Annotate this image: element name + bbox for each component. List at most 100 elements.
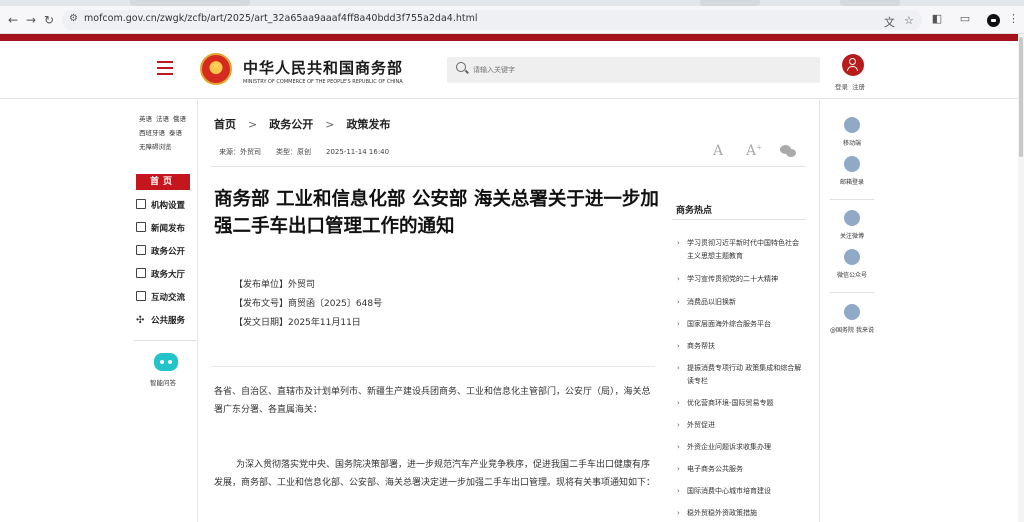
bookmark-star-icon[interactable]: ☆ (904, 14, 914, 27)
language-links: 西班牙语 泰语 (139, 127, 186, 137)
register-link[interactable]: 注册 (852, 83, 865, 91)
sidebar-item-service-hall[interactable]: 政务大厅 (136, 268, 206, 284)
scrollbar-thumb[interactable] (1019, 37, 1023, 157)
national-emblem-logo[interactable] (200, 53, 232, 85)
mail-login-link[interactable]: 邮箱登录 (825, 156, 879, 186)
article-info: 【发布单位】外贸司 【发布文号】商贸函〔2025〕648号 【发文日期】2025… (234, 276, 382, 333)
search-icon[interactable] (456, 62, 466, 72)
hot-topic-label[interactable]: 商务帮扶 (677, 340, 805, 353)
lang-french[interactable]: 法语 (156, 115, 169, 123)
service-icon: ✣ (136, 315, 145, 326)
mobile-label: 移动端 (842, 140, 861, 147)
hot-topic-label[interactable]: 国际消费中心城市培育建设 (677, 485, 805, 498)
hot-topic-label[interactable]: 学习贯彻习近平新时代中国特色社会主义思想主题教育 (677, 237, 805, 263)
breadcrumb-policy-release[interactable]: 政策发布 (346, 118, 390, 131)
doc-number: 【发布文号】商贸函〔2025〕648号 (234, 299, 383, 309)
translate-icon[interactable]: 文 (884, 14, 895, 30)
assistant-label[interactable]: 智能问答 (150, 377, 176, 387)
address-bar[interactable]: ⚙ mofcom.gov.cn/zwgk/zcfb/art/2025/art_3… (62, 10, 922, 30)
font-increase-icon[interactable]: A+ (746, 143, 762, 159)
meta-divider (211, 166, 806, 167)
sidebar-item-interaction[interactable]: 互动交流 (136, 291, 206, 307)
wechat-official-link[interactable]: 微信公众号 (825, 249, 879, 279)
hot-topic-label[interactable]: 优化营商环境-国际贸易专题 (677, 397, 805, 410)
language-links: 英语 法语 俄语 (139, 113, 190, 123)
info-divider (211, 366, 655, 367)
user-icon[interactable] (842, 54, 864, 76)
hot-topic-label[interactable]: 学习宣传贯彻党的二十大精神 (677, 273, 805, 286)
breadcrumb: 首页 > 政务公开 > 政策发布 (214, 116, 390, 132)
login-links: 登录 注册 (835, 81, 869, 91)
hot-topic-link[interactable]: 消费品以旧换新 (677, 296, 805, 309)
hot-topic-link[interactable]: 商务帮扶 (677, 340, 805, 353)
hot-topic-label[interactable]: 外贸促进 (677, 419, 805, 432)
breadcrumb-home[interactable]: 首页 (214, 118, 236, 131)
mobile-link[interactable]: 移动端 (825, 117, 879, 147)
site-info-icon[interactable]: ⚙ (69, 13, 78, 24)
site-name-english: MINISTRY OF COMMERCE OF THE PEOPLE'S REP… (243, 79, 403, 85)
brand-bar (0, 34, 1018, 41)
weibo-label: 关注微博 (839, 233, 864, 240)
hot-topic-label[interactable]: 外资企业问题诉求收集办理 (677, 441, 805, 454)
article-title: 商务部 工业和信息化部 公安部 海关总署关于进一步加强二手车出口管理工作的通知 (214, 189, 659, 237)
reload-icon[interactable]: ↻ (40, 11, 58, 29)
lang-spanish[interactable]: 西班牙语 (139, 129, 165, 137)
profile-avatar[interactable] (987, 14, 1000, 27)
hot-topic-link[interactable]: 国家层面海外综合服务平台 (677, 318, 805, 331)
lang-english[interactable]: 英语 (139, 115, 152, 123)
hot-topics-divider (672, 219, 806, 220)
extensions-icon[interactable]: ◧ (930, 12, 944, 25)
hot-topic-link[interactable]: 国际消费中心城市培育建设 (677, 485, 805, 498)
chat-icon (136, 291, 146, 301)
search-box[interactable] (447, 57, 820, 83)
lang-russian[interactable]: 俄语 (173, 115, 186, 123)
meta-source: 来源：外贸司 (219, 148, 261, 156)
sidebar-item-label: 新闻发布 (151, 224, 186, 234)
sidebar-home-button[interactable]: 首页 (136, 174, 190, 190)
site-name[interactable]: 中华人民共和国商务部 (243, 57, 403, 78)
news-icon (136, 222, 146, 232)
hot-topic-link[interactable]: 外贸促进 (677, 419, 805, 432)
browser-toolbar: ← → ↻ ⚙ mofcom.gov.cn/zwgk/zcfb/art/2025… (0, 6, 1024, 34)
hot-topic-label[interactable]: 提振消费专项行动 政策集成和综合解读专栏 (677, 362, 805, 388)
sidebar-item-public-service[interactable]: ✣ 公共服务 (136, 314, 206, 330)
hot-topic-label[interactable]: 稳外贸稳外资政策措施 (677, 507, 805, 520)
sidebar-item-government-affairs[interactable]: 政务公开 (136, 245, 206, 261)
hot-topic-link[interactable]: 外资企业问题诉求收集办理 (677, 441, 805, 454)
weibo-link[interactable]: 关注微博 (825, 210, 879, 240)
hot-topic-label[interactable]: 国家层面海外综合服务平台 (677, 318, 805, 331)
breadcrumb-government-affairs[interactable]: 政务公开 (269, 118, 313, 131)
sidebar-item-label: 机构设置 (151, 201, 186, 211)
mail-icon (844, 156, 860, 172)
wechat-share-icon[interactable] (780, 145, 796, 157)
hot-topic-link[interactable]: 学习贯彻习近平新时代中国特色社会主义思想主题教育 (677, 237, 805, 263)
hot-topic-label[interactable]: 消费品以旧换新 (677, 296, 805, 309)
sidebar-item-news[interactable]: 新闻发布 (136, 222, 206, 238)
url-text[interactable]: mofcom.gov.cn/zwgk/zcfb/art/2025/art_32a… (84, 13, 478, 24)
menu-icon[interactable]: ⋮ (1008, 12, 1019, 25)
font-decrease-icon[interactable]: A (713, 143, 723, 159)
hot-topic-link[interactable]: 提振消费专项行动 政策集成和综合解读专栏 (677, 362, 805, 388)
hot-topic-link[interactable]: 电子商务公共服务 (677, 463, 805, 476)
state-council-feedback-link[interactable]: @国务院 我来说 (825, 304, 879, 334)
wechat-icon (844, 249, 860, 265)
at-icon (844, 304, 860, 320)
article-meta: 来源：外贸司 类型：原创 2025-11-14 16:40 (219, 147, 404, 157)
hot-topic-link[interactable]: 学习宣传贯彻党的二十大精神 (677, 273, 805, 286)
login-link[interactable]: 登录 (835, 83, 848, 91)
sidebar-item-organization[interactable]: 机构设置 (136, 199, 206, 215)
column-divider (819, 100, 820, 522)
chatbot-icon[interactable] (154, 353, 178, 371)
lang-thai[interactable]: 泰语 (169, 129, 182, 137)
accessibility-link[interactable]: 无障碍浏览 (139, 143, 172, 151)
forward-icon[interactable]: → (22, 11, 40, 29)
hot-topic-label[interactable]: 电子商务公共服务 (677, 463, 805, 476)
cast-icon[interactable]: ▭ (958, 12, 972, 25)
hot-topic-link[interactable]: 稳外贸稳外资政策措施 (677, 507, 805, 520)
hamburger-menu-icon[interactable] (157, 61, 173, 75)
back-icon[interactable]: ← (4, 11, 22, 29)
hot-topic-link[interactable]: 优化营商环境-国际贸易专题 (677, 397, 805, 410)
issuer: 【发布单位】外贸司 (234, 280, 316, 290)
column-divider (197, 100, 198, 522)
search-input[interactable] (473, 62, 773, 78)
